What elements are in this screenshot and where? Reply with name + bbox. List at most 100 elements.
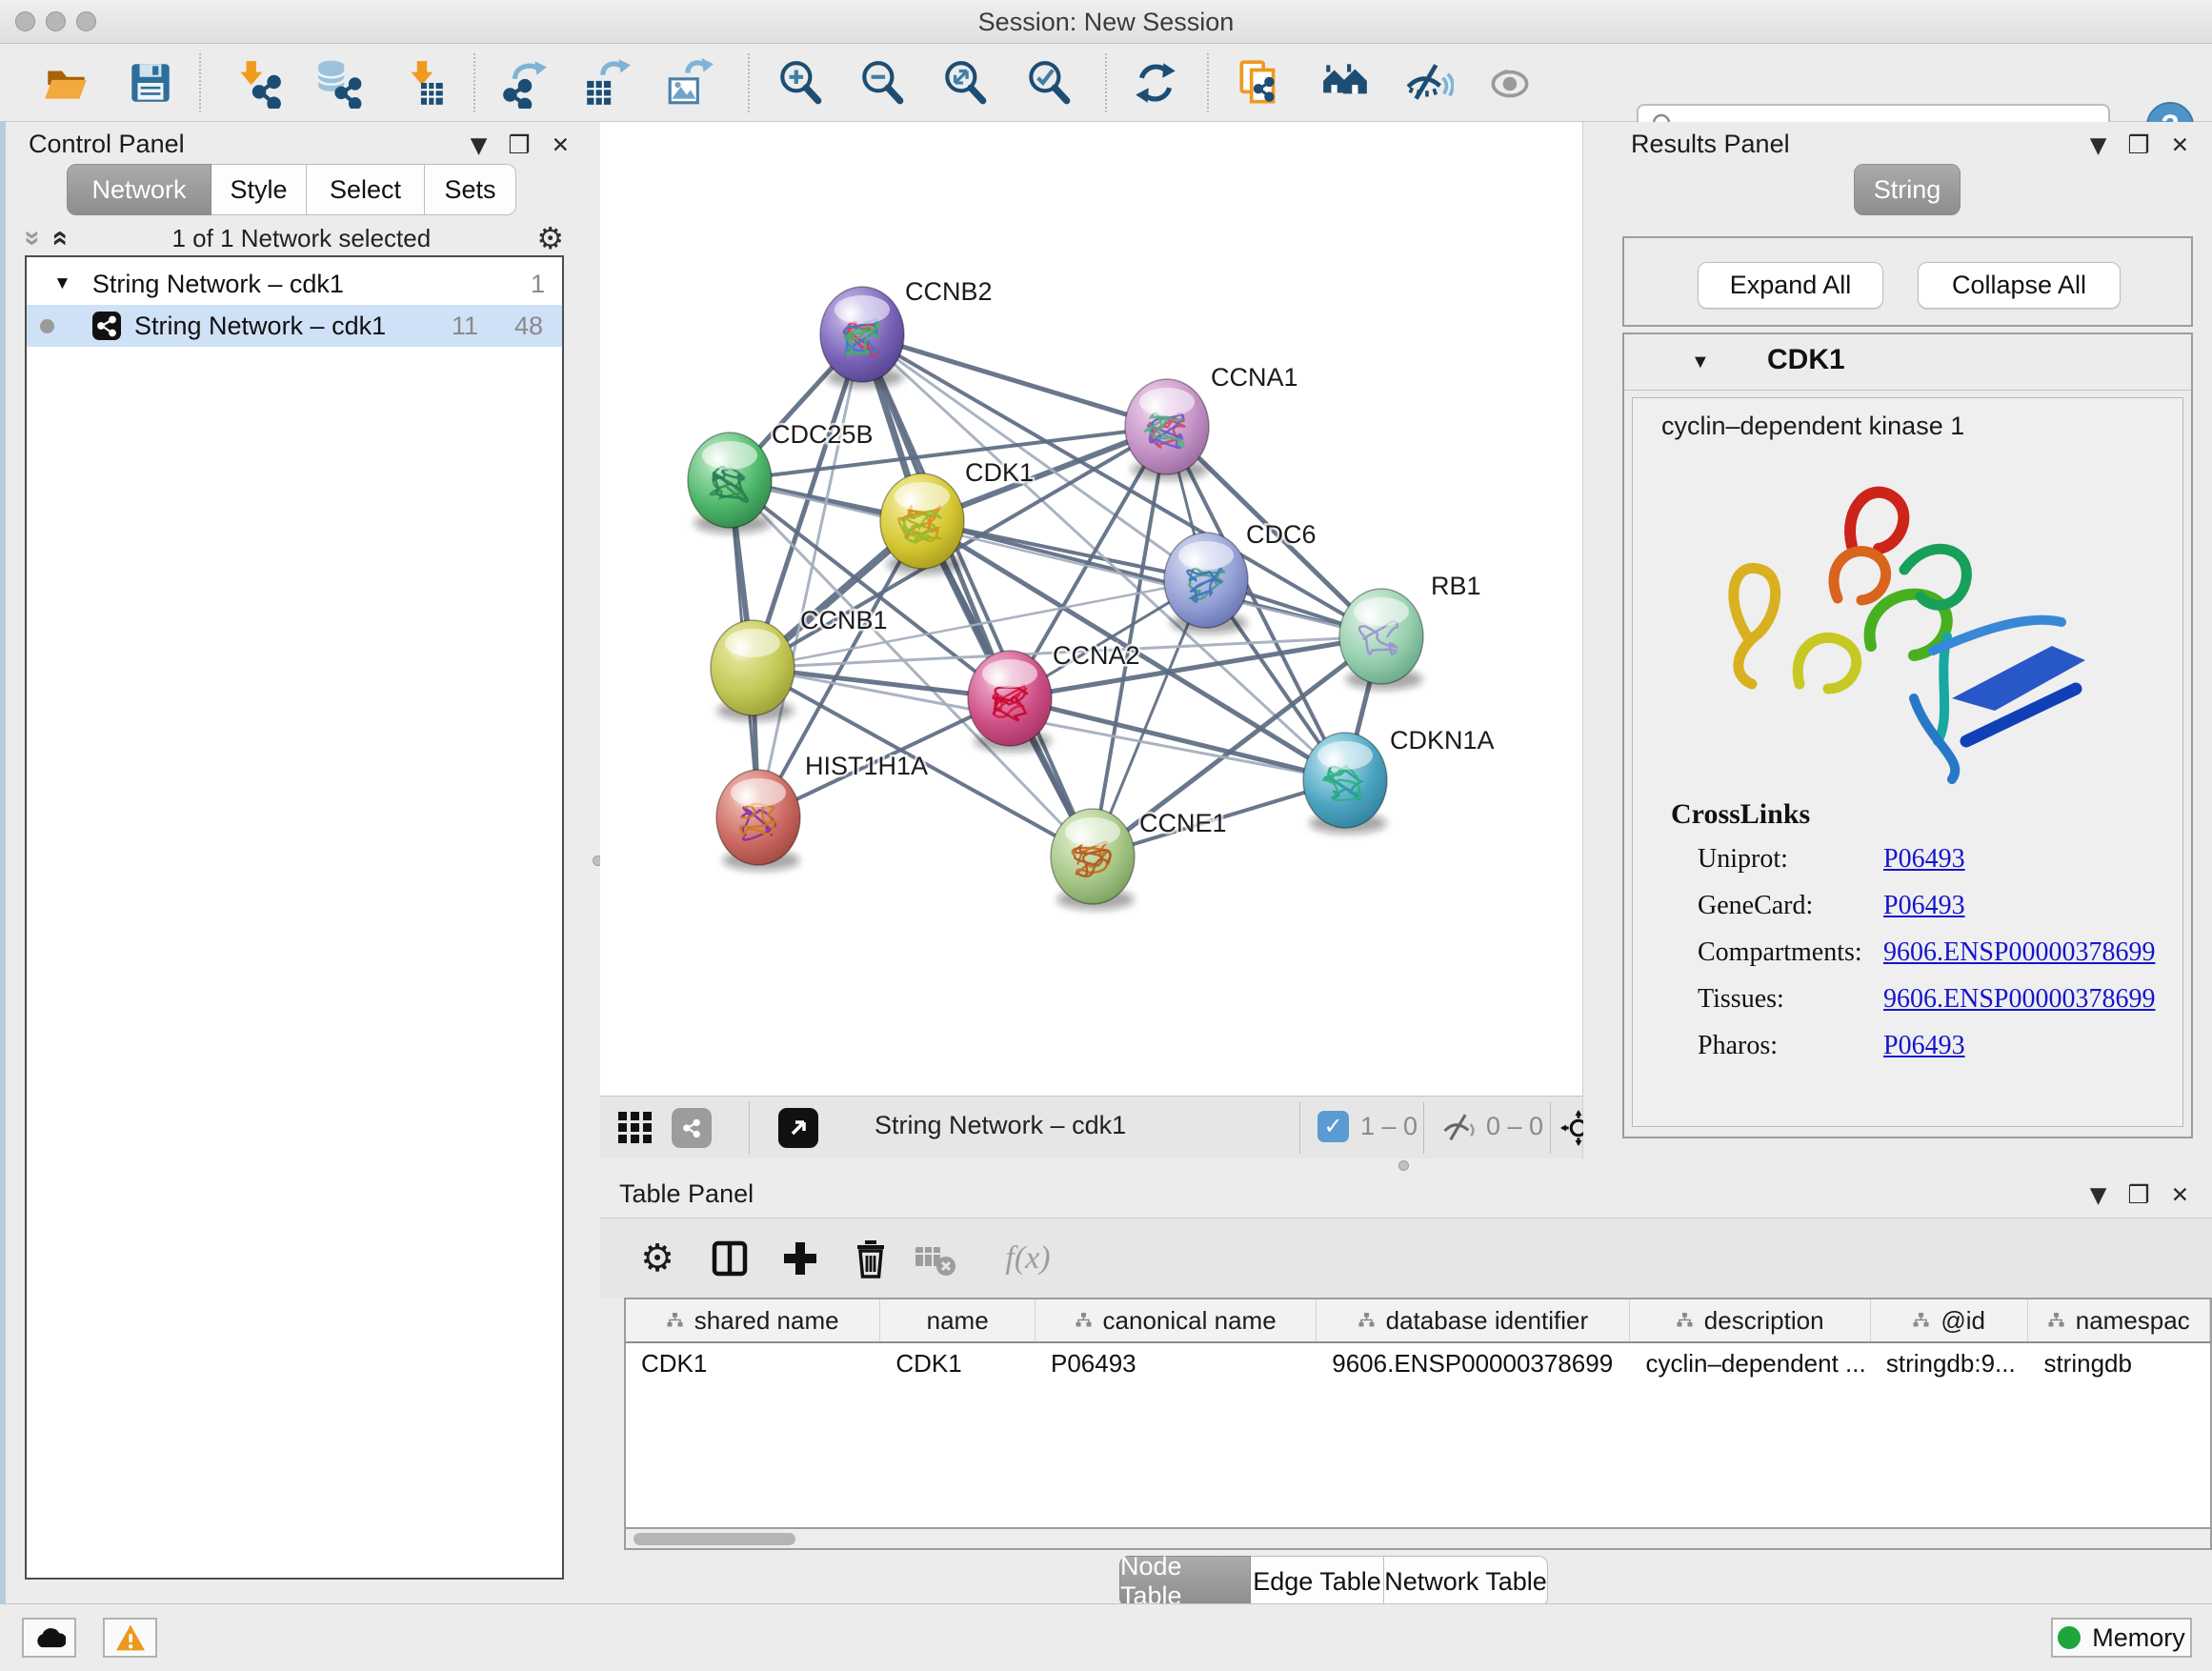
memory-button[interactable]: Memory — [2051, 1618, 2192, 1658]
export-table-button[interactable] — [579, 55, 634, 111]
tab-network[interactable]: Network — [67, 164, 211, 215]
panel-close-icon[interactable]: ✕ — [2171, 133, 2189, 158]
open-in-window-icon[interactable] — [778, 1108, 818, 1148]
network-canvas[interactable]: CCNB2CCNA1CDC25BCDK1CDC6RB1CCNB1CCNA2CDK… — [600, 122, 1583, 1096]
column-header-namespac[interactable]: namespac — [2028, 1299, 2210, 1341]
collapse-all-button[interactable]: Collapse All — [1918, 262, 2121, 309]
tab-style[interactable]: Style — [211, 164, 307, 215]
table-cell[interactable]: stringdb:9... — [1871, 1343, 2029, 1383]
column-header--id[interactable]: @id — [1871, 1299, 2029, 1341]
column-header-canonical-name[interactable]: canonical name — [1036, 1299, 1317, 1341]
table-cell[interactable]: stringdb — [2028, 1343, 2210, 1383]
network-node-HIST1H1A[interactable]: HIST1H1A — [716, 752, 928, 871]
import-network-from-file-button[interactable] — [231, 55, 286, 111]
crosslink-link[interactable]: P06493 — [1883, 844, 1965, 875]
panel-close-icon[interactable]: ✕ — [552, 133, 570, 158]
table-cell[interactable]: CDK1 — [626, 1343, 880, 1383]
network-row-selected[interactable]: String Network – cdk1 11 48 — [27, 305, 562, 347]
table-options-gear-icon[interactable]: ⚙ — [631, 1232, 684, 1285]
expand-all-networks-icon[interactable]: » — [44, 231, 72, 247]
save-session-button[interactable] — [123, 55, 178, 111]
network-node-CDC6[interactable]: CDC6 — [1164, 520, 1317, 634]
open-session-button[interactable] — [39, 55, 94, 111]
tree-expand-icon[interactable]: ▼ — [53, 273, 71, 294]
delete-table-button[interactable] — [909, 1232, 962, 1285]
column-header-shared-name[interactable]: shared name — [626, 1299, 880, 1341]
network-node-label: CCNB1 — [800, 606, 888, 634]
hide-selected-button[interactable] — [1400, 55, 1456, 111]
zoom-fit-button[interactable] — [937, 55, 993, 111]
panel-collapse-icon[interactable]: ▼ — [471, 133, 488, 158]
zoom-in-button[interactable] — [773, 55, 828, 111]
birds-eye-view-icon[interactable] — [618, 1112, 653, 1144]
import-network-from-database-button[interactable] — [311, 55, 366, 111]
column-header-database-identifier[interactable]: database identifier — [1317, 1299, 1630, 1341]
column-header-label: description — [1704, 1306, 1824, 1336]
network-node-CDKN1A[interactable]: CDKN1A — [1303, 726, 1495, 834]
clone-network-button[interactable] — [1232, 55, 1287, 111]
tab-select[interactable]: Select — [307, 164, 425, 215]
network-node-label: CCNE1 — [1139, 809, 1227, 837]
network-collection-row[interactable]: ▼ String Network – cdk1 1 — [27, 263, 562, 305]
network-node-CCNE1[interactable]: CCNE1 — [1051, 809, 1227, 910]
apply-layout-button[interactable] — [1128, 55, 1183, 111]
horizontal-splitter-handle[interactable] — [1398, 1160, 1409, 1171]
network-type-icon[interactable] — [672, 1108, 712, 1148]
network-node-CDC25B[interactable]: CDC25B — [688, 420, 874, 534]
tab-edge-table[interactable]: Edge Table — [1251, 1556, 1384, 1607]
tab-node-table[interactable]: Node Table — [1119, 1556, 1251, 1607]
tab-string[interactable]: String — [1854, 164, 1961, 215]
toolbar-separator — [748, 53, 750, 112]
table-cell[interactable]: P06493 — [1036, 1343, 1317, 1383]
panel-float-icon[interactable]: ❒ — [508, 131, 530, 160]
crosslink-link[interactable]: 9606.ENSP00000378699 — [1883, 984, 2155, 1015]
network-node-CCNB2[interactable]: CCNB2 — [820, 277, 993, 388]
crosslink-link[interactable]: P06493 — [1883, 1031, 1965, 1061]
panel-float-icon[interactable]: ❒ — [2127, 131, 2149, 160]
show-hidden-button[interactable] — [1483, 55, 1538, 111]
scrollbar-thumb[interactable] — [633, 1533, 795, 1545]
cloud-status-button[interactable] — [22, 1618, 76, 1658]
tab-sets[interactable]: Sets — [425, 164, 516, 215]
selected-checkbox-icon[interactable]: ✓ — [1317, 1111, 1349, 1142]
column-header-description[interactable]: description — [1630, 1299, 1870, 1341]
zoom-out-button[interactable] — [855, 55, 910, 111]
import-table-from-file-button[interactable] — [395, 55, 451, 111]
panel-close-icon[interactable]: ✕ — [2171, 1183, 2189, 1208]
network-node-RB1[interactable]: RB1 — [1339, 572, 1481, 690]
table-panel-title: Table Panel — [619, 1179, 754, 1209]
export-network-button[interactable] — [497, 55, 553, 111]
panel-collapse-icon[interactable]: ▼ — [2090, 133, 2107, 158]
network-node-CCNA1[interactable]: CCNA1 — [1125, 363, 1298, 480]
network-edge-CCNB2-HIST1H1A[interactable] — [758, 334, 862, 817]
column-header-name[interactable]: name — [880, 1299, 1036, 1341]
table-cell[interactable]: 9606.ENSP00000378699 — [1317, 1343, 1630, 1383]
panel-float-icon[interactable]: ❒ — [2127, 1181, 2149, 1210]
show-columns-button[interactable] — [703, 1232, 756, 1285]
entry-collapse-icon[interactable]: ▼ — [1691, 352, 1710, 373]
panel-collapse-icon[interactable]: ▼ — [2090, 1183, 2107, 1208]
network-view-toolbar: String Network – cdk1 ✓ 1 – 0 0 – 0 — [600, 1096, 1583, 1158]
warnings-button[interactable] — [103, 1618, 157, 1658]
export-image-button[interactable] — [662, 55, 717, 111]
network-node-label: CCNA1 — [1211, 363, 1298, 392]
network-edge-CCNB2-CCNA1[interactable] — [862, 334, 1167, 427]
function-builder-button[interactable]: f(x) — [985, 1232, 1071, 1285]
show-all-networks-button[interactable] — [1317, 55, 1373, 111]
network-node-count: 11 — [452, 312, 478, 341]
divider — [1624, 390, 2191, 391]
tab-network-table[interactable]: Network Table — [1384, 1556, 1548, 1607]
table-cell[interactable]: cyclin–dependent ... — [1630, 1343, 1870, 1383]
table-horizontal-scrollbar[interactable] — [624, 1529, 2212, 1550]
delete-column-button[interactable] — [844, 1232, 897, 1285]
crosslink-link[interactable]: 9606.ENSP00000378699 — [1883, 937, 2155, 968]
table-row[interactable]: CDK1CDK1P064939606.ENSP00000378699cyclin… — [626, 1343, 2210, 1383]
crosslink-link[interactable]: P06493 — [1883, 891, 1965, 921]
horizontal-splitter[interactable] — [600, 1158, 2212, 1174]
table-cell[interactable]: CDK1 — [880, 1343, 1036, 1383]
column-tree-icon — [1913, 1313, 1929, 1328]
network-options-gear-icon[interactable]: ⚙ — [536, 220, 564, 256]
expand-all-button[interactable]: Expand All — [1698, 262, 1883, 309]
add-column-button[interactable] — [774, 1232, 827, 1285]
zoom-selected-button[interactable] — [1021, 55, 1076, 111]
